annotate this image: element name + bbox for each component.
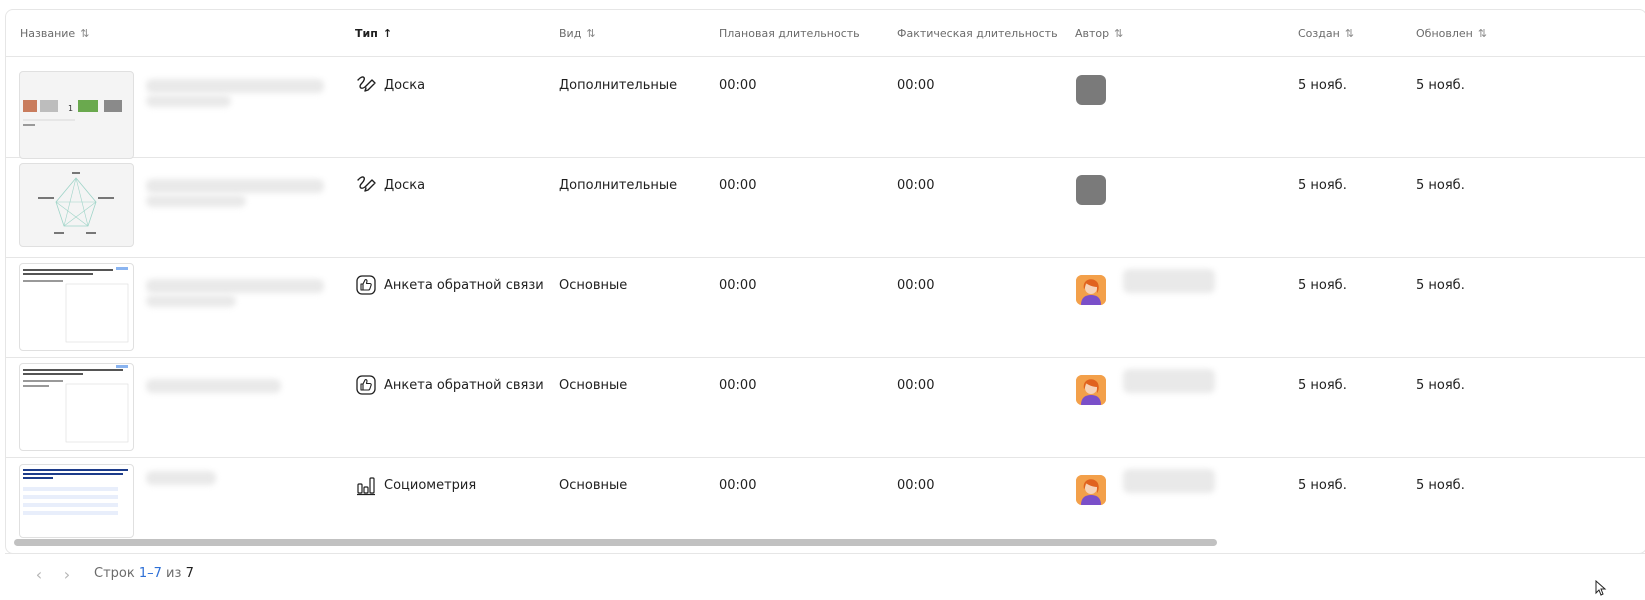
blurred-author-name [1123,469,1215,493]
svg-text:1: 1 [68,104,73,113]
avatar [1076,375,1106,405]
table-row[interactable]: Анкета обратной связи Основные 00:00 00:… [6,257,1645,358]
column-header-name[interactable]: Название ⇅ [20,10,89,56]
blurred-name [146,95,231,107]
column-header-created[interactable]: Создан ⇅ [1298,10,1354,56]
blurred-name [146,79,324,93]
board-icon [355,74,377,96]
kind-cell: Основные [559,277,628,293]
thumbnail [19,263,134,351]
next-page-icon[interactable]: › [57,564,77,584]
type-cell: Социометрия [355,474,476,496]
type-cell: Анкета обратной связи [355,375,544,395]
avatar [1076,175,1106,205]
kind-cell: Основные [559,377,628,393]
blurred-name [146,195,246,207]
column-header-actual: Фактическая длительность [897,26,1058,40]
actual-cell: 00:00 [897,177,935,193]
sort-both-icon: ⇅ [1344,26,1355,40]
updated-cell: 5 нояб. [1416,477,1465,493]
created-cell: 5 нояб. [1298,377,1347,393]
created-cell: 5 нояб. [1298,277,1347,293]
column-header-kind[interactable]: Вид ⇅ [559,10,596,56]
table-row[interactable]: Доска Дополнительные 00:00 00:00 5 нояб.… [6,157,1645,258]
kind-cell: Дополнительные [559,77,678,93]
blurred-name [146,471,216,485]
actual-cell: 00:00 [897,77,935,93]
blurred-name [146,279,324,293]
type-cell: Доска [355,75,425,95]
created-cell: 5 нояб. [1298,177,1347,193]
actual-cell: 00:00 [897,277,935,293]
planned-cell: 00:00 [719,277,757,293]
planned-cell: 00:00 [719,77,757,93]
table-header: Название ⇅ Тип ↑ Вид ⇅ Плановая длительност… [6,10,1645,57]
bar-chart-icon [355,474,377,496]
type-cell: Анкета обратной связи [355,275,544,295]
planned-cell: 00:00 [719,477,757,493]
prev-page-icon[interactable]: ‹ [29,564,49,584]
updated-cell: 5 нояб. [1416,377,1465,393]
actual-cell: 00:00 [897,477,935,493]
type-cell: Доска [355,175,425,195]
column-header-author[interactable]: Автор ⇅ [1075,10,1123,56]
kind-cell: Основные [559,477,628,493]
data-table: Название ⇅ Тип ↑ Вид ⇅ Плановая длительност… [5,9,1645,554]
column-header-updated[interactable]: Обновлен ⇅ [1416,10,1487,56]
blurred-name [146,379,281,393]
blurred-name [146,179,324,193]
actual-cell: 00:00 [897,377,935,393]
pagination-bar: ‹ › Строк 1–7 из 7 [5,553,1645,596]
thumbnail [19,163,134,247]
thumbnail [19,363,134,451]
kind-cell: Дополнительные [559,177,678,193]
planned-cell: 00:00 [719,177,757,193]
updated-cell: 5 нояб. [1416,177,1465,193]
updated-cell: 5 нояб. [1416,277,1465,293]
horizontal-scrollbar[interactable] [14,539,1217,546]
blurred-author-name [1123,369,1215,393]
table-row[interactable]: Социометрия Основные 00:00 00:00 5 нояб.… [6,457,1645,538]
blurred-author-name [1123,269,1215,293]
created-cell: 5 нояб. [1298,77,1347,93]
avatar [1076,75,1106,105]
thumbnail: 1 [19,71,134,159]
table-row[interactable]: Анкета обратной связи Основные 00:00 00:… [6,357,1645,458]
sort-both-icon: ⇅ [586,26,596,40]
column-header-type[interactable]: Тип ↑ [355,10,392,56]
planned-cell: 00:00 [719,377,757,393]
avatar [1076,275,1106,305]
sort-both-icon: ⇅ [80,26,90,40]
thumbs-up-icon [355,374,377,396]
avatar [1076,475,1106,505]
mouse-cursor-icon [1595,579,1607,600]
sort-both-icon: ⇅ [1477,26,1488,40]
blurred-name [146,295,236,307]
updated-cell: 5 нояб. [1416,77,1465,93]
sort-both-icon: ⇅ [1114,26,1124,40]
created-cell: 5 нояб. [1298,477,1347,493]
table-row[interactable]: 1 Доска Дополнительные 00:00 00:00 5 ноя… [6,57,1645,159]
thumbs-up-icon [355,274,377,296]
board-icon [355,174,377,196]
column-header-planned: Плановая длительность [719,26,860,40]
thumbnail [19,464,134,538]
sort-asc-icon: ↑ [382,26,393,40]
pagination-info: Строк 1–7 из 7 [94,566,194,581]
